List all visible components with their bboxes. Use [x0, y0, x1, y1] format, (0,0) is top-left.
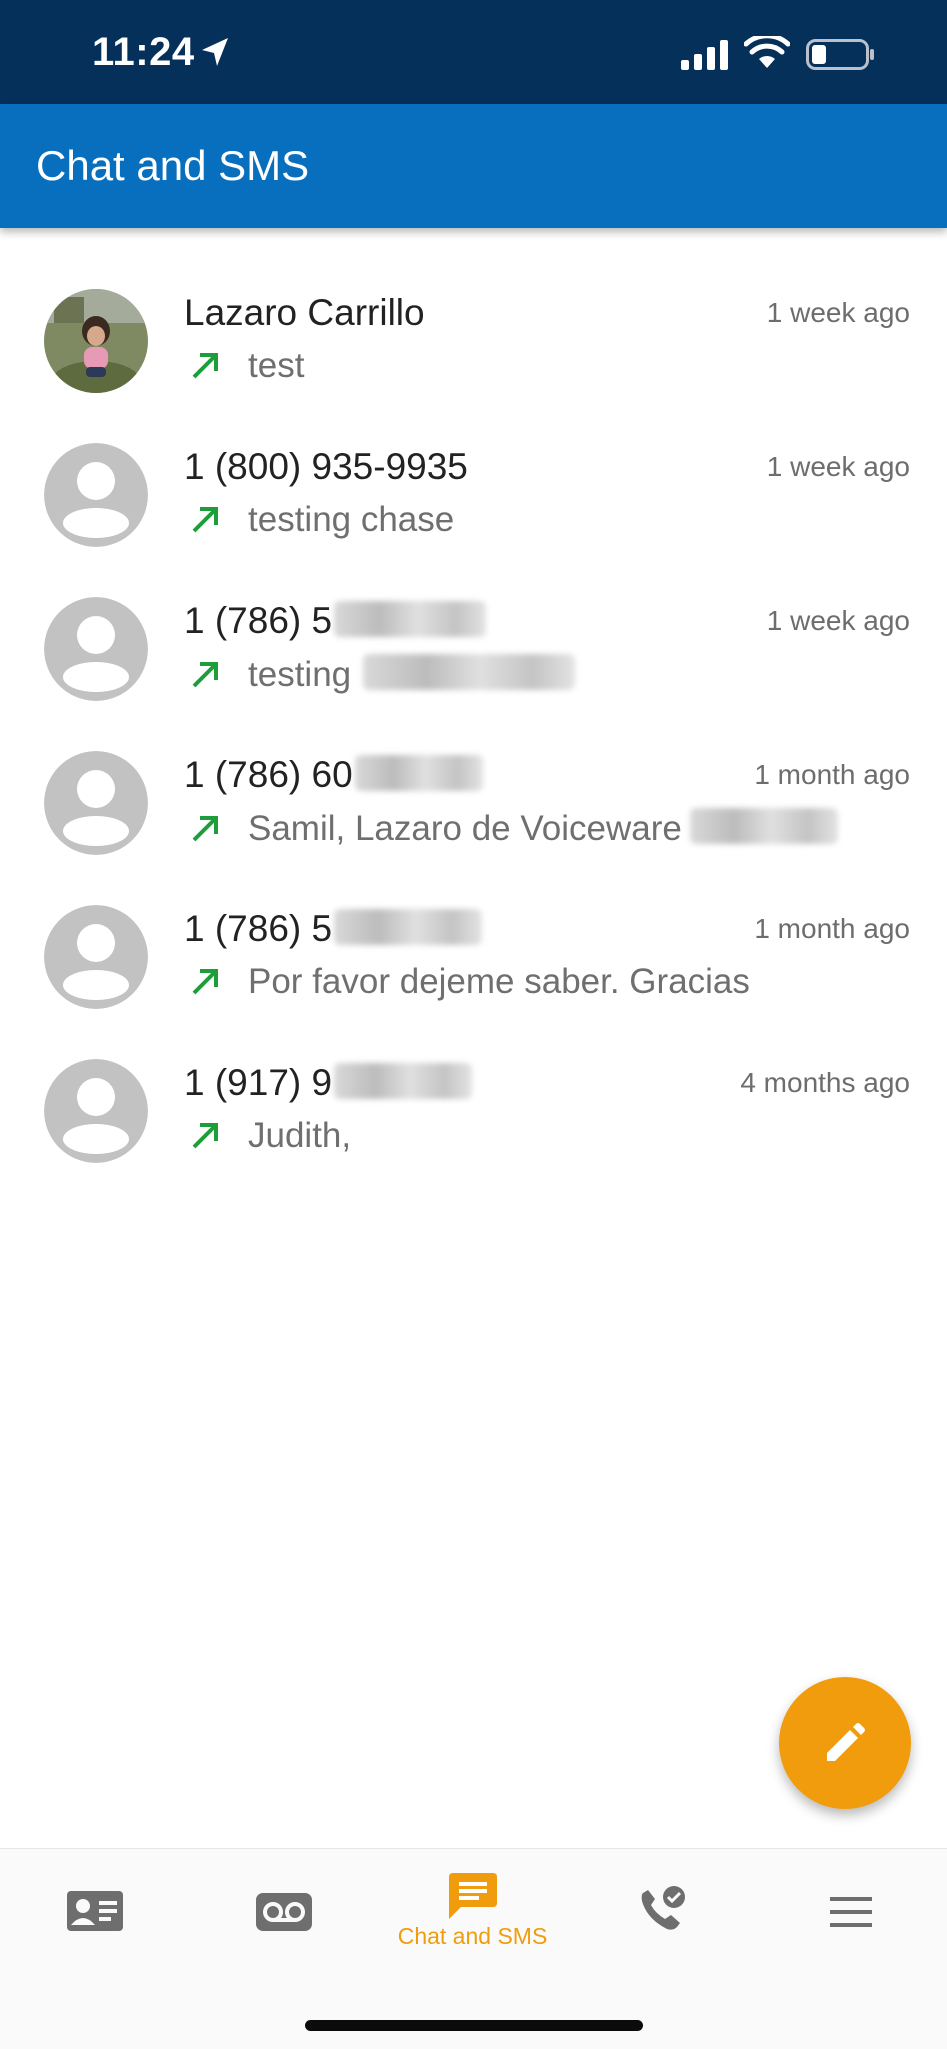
message-preview-text: test — [248, 346, 305, 385]
avatar — [44, 289, 148, 393]
message-preview-text: Samil, Lazaro de Voiceware — [248, 809, 682, 848]
app-bar: Chat and SMS — [0, 104, 947, 228]
contact-name: 1 (786) 60 — [184, 754, 483, 796]
menu-icon — [829, 1897, 872, 1927]
contacts-card-icon — [66, 1891, 123, 1931]
message-preview: testing chase — [184, 500, 454, 540]
outgoing-arrow-icon — [192, 353, 218, 379]
message-time: 1 week ago — [766, 451, 910, 482]
message-preview-text: Judith, — [248, 1116, 352, 1155]
message-time: 4 months ago — [740, 1067, 910, 1098]
message-preview: testing — [184, 654, 576, 695]
outgoing-arrow-icon — [192, 1123, 218, 1149]
outgoing-arrow-icon — [192, 969, 218, 995]
avatar-placeholder — [44, 597, 148, 701]
nav-contacts[interactable] — [0, 1849, 189, 1979]
avatar-placeholder — [44, 443, 148, 547]
avatar-placeholder — [44, 751, 148, 855]
contact-name-text: 1 (917) 9 — [184, 1062, 333, 1103]
redacted-blur — [334, 601, 487, 637]
conversation-row[interactable]: 1 (786) 5 1 month ago Por favor dejeme s… — [0, 846, 947, 1009]
wifi-icon — [744, 36, 790, 68]
compose-button[interactable] — [779, 1677, 911, 1809]
page-title: Chat and SMS — [36, 142, 310, 189]
message-time: 1 month ago — [754, 759, 910, 790]
conversation-row[interactable]: 1 (786) 60 1 month ago Samil, Lazaro de … — [0, 692, 947, 855]
conversation-row[interactable]: 1 (917) 9 4 months ago Judith, — [0, 1000, 947, 1163]
nav-voicemail[interactable] — [189, 1849, 378, 1979]
cellular-signal-icon — [681, 40, 728, 70]
contact-name: 1 (786) 5 — [184, 600, 487, 642]
bottom-nav: Chat and SMS — [0, 1848, 947, 2049]
avatar-placeholder — [44, 1059, 148, 1163]
message-preview: Por favor dejeme saber. Gracias — [184, 962, 750, 1002]
nav-label: Chat and SMS — [397, 1923, 548, 1949]
chat-icon — [448, 1873, 497, 1919]
avatar-placeholder — [44, 905, 148, 1009]
nav-menu[interactable] — [756, 1849, 945, 1979]
nav-chat-and-sms[interactable]: Chat and SMS — [378, 1849, 567, 1979]
status-bar: 11:24 — [0, 0, 947, 104]
redacted-blur — [363, 654, 576, 690]
message-preview-text: testing — [248, 655, 352, 694]
message-time: 1 week ago — [766, 605, 910, 636]
contact-name-text: 1 (786) 5 — [184, 600, 333, 641]
conversation-row[interactable]: 1 (786) 5 1 week ago testing — [0, 538, 947, 701]
contact-name-text: 1 (786) 5 — [184, 908, 333, 949]
message-preview: test — [184, 346, 304, 386]
voicemail-icon — [255, 1893, 312, 1931]
redacted-blur — [354, 755, 483, 791]
pencil-icon — [827, 1723, 865, 1761]
phone-check-icon — [641, 1886, 685, 1930]
contact-name-text: 1 (786) 60 — [184, 754, 353, 795]
message-time: 1 week ago — [766, 297, 910, 328]
outgoing-arrow-icon — [192, 662, 218, 688]
redacted-blur — [689, 808, 838, 844]
home-indicator — [305, 2020, 643, 2031]
message-time: 1 month ago — [754, 913, 910, 944]
redacted-blur — [334, 909, 483, 945]
contact-name: 1 (917) 9 — [184, 1062, 473, 1104]
nav-call-history[interactable] — [567, 1849, 756, 1979]
status-time: 11:24 — [92, 30, 195, 74]
conversation-row[interactable]: 1 (800) 935-9935 1 week ago testing chas… — [0, 384, 947, 547]
message-preview-text: Por favor dejeme saber. Gracias — [248, 962, 750, 1001]
contact-name: 1 (786) 5 — [184, 908, 483, 950]
outgoing-arrow-icon — [192, 816, 218, 842]
battery-icon — [806, 39, 874, 70]
contact-name: 1 (800) 935-9935 — [184, 446, 468, 487]
redacted-blur — [334, 1063, 473, 1099]
message-preview-text: testing chase — [248, 500, 455, 539]
location-arrow-icon — [202, 38, 228, 66]
message-preview: Samil, Lazaro de Voiceware — [184, 808, 838, 849]
outgoing-arrow-icon — [192, 507, 218, 533]
contact-name: Lazaro Carrillo — [184, 292, 425, 333]
conversation-row[interactable]: Lazaro Carrillo 1 week ago test — [0, 230, 947, 393]
message-preview: Judith, — [184, 1116, 351, 1156]
